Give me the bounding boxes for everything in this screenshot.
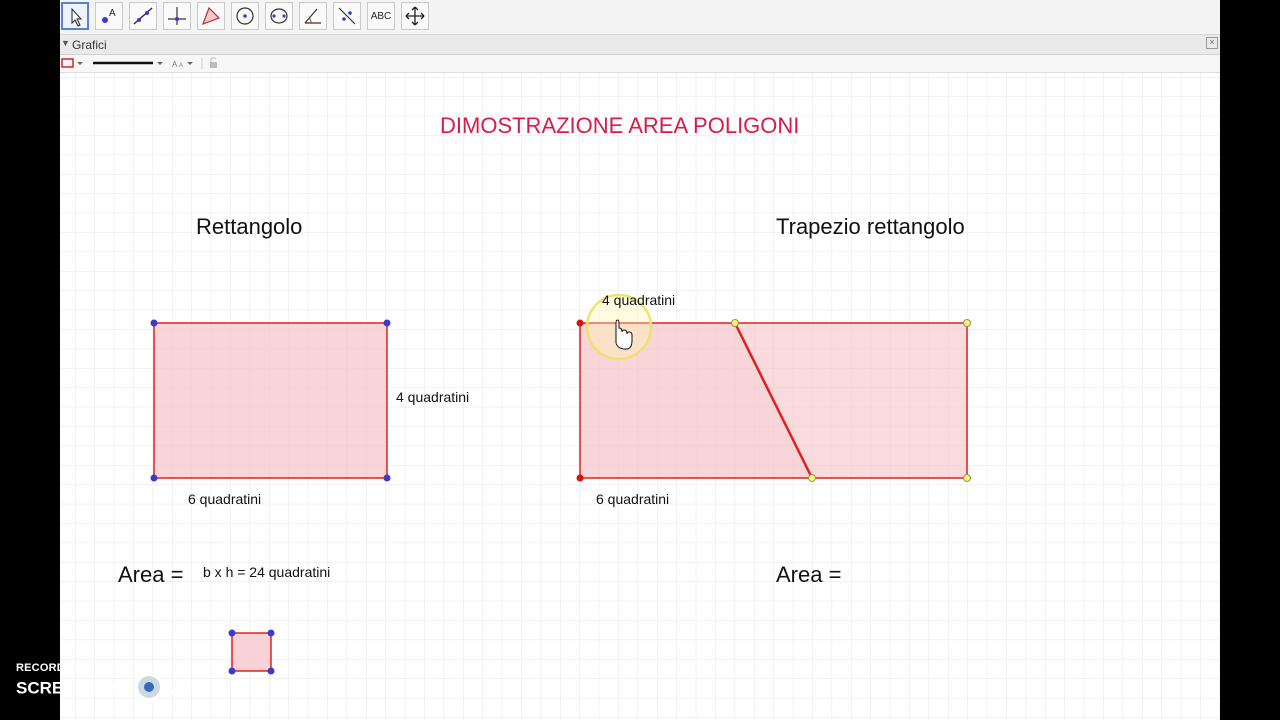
- circle-tool-button[interactable]: [231, 2, 259, 30]
- close-icon[interactable]: ×: [1206, 37, 1218, 49]
- perpendicular-tool-button[interactable]: [163, 2, 191, 30]
- ellipse-tool-button[interactable]: [265, 2, 293, 30]
- move-tool-button[interactable]: [61, 2, 89, 30]
- ellipse-icon: [270, 8, 288, 24]
- watermark-brand: SCREENCAST MATIC: [16, 674, 218, 702]
- angle-tool-button[interactable]: [299, 2, 327, 30]
- point[interactable]: [576, 474, 584, 482]
- rectangle-base-label: 6 quadratini: [188, 491, 262, 507]
- point-tool-button[interactable]: A: [95, 2, 123, 30]
- svg-text:A: A: [179, 63, 183, 69]
- trapezoid-heading: Trapezio rettangolo: [776, 214, 965, 239]
- style-bar: A A: [60, 55, 1220, 73]
- line-tool-button[interactable]: [129, 2, 157, 30]
- lock-icon[interactable]: [210, 62, 217, 68]
- panel-title: Grafici: [72, 38, 107, 52]
- point[interactable]: [808, 474, 816, 482]
- point[interactable]: [228, 667, 236, 675]
- style-bar-controls: A A: [61, 57, 217, 69]
- toolbar: A ABC: [60, 0, 1220, 35]
- point[interactable]: [963, 319, 971, 327]
- polygon-icon: [201, 6, 221, 26]
- reflect-icon: [338, 7, 356, 25]
- unit-square-polygon[interactable]: [231, 632, 272, 672]
- geogebra-window: A ABC ▼ Grafici × A A DIMOSTRAZIONE AREA…: [60, 0, 1220, 720]
- collapse-arrow-icon[interactable]: ▼: [61, 38, 70, 48]
- rectangle-polygon[interactable]: [153, 322, 388, 479]
- rectangle-area-label: Area =: [118, 562, 184, 587]
- circle-icon: [236, 7, 254, 25]
- svg-text:A: A: [109, 8, 116, 19]
- angle-icon: [304, 8, 321, 24]
- point[interactable]: [576, 319, 584, 327]
- reflect-tool-button[interactable]: [333, 2, 361, 30]
- recorder-watermark: RECORDED WITH SCREENCAST MATIC: [16, 662, 218, 700]
- point[interactable]: [383, 319, 391, 327]
- point[interactable]: [267, 629, 275, 637]
- rectangle-height-label: 4 quadratini: [396, 389, 470, 405]
- move-view-tool-button[interactable]: [401, 2, 429, 30]
- text-tool-button[interactable]: ABC: [367, 2, 395, 30]
- point[interactable]: [963, 474, 971, 482]
- line-icon: [133, 7, 153, 25]
- point[interactable]: [731, 319, 739, 327]
- move-graphics-icon: [405, 6, 425, 26]
- trapezoid-top-label: 4 quadratini: [602, 292, 676, 308]
- point[interactable]: [267, 667, 275, 675]
- rectangle-heading: Rettangolo: [196, 214, 303, 239]
- point-icon: A: [102, 8, 116, 23]
- page-title: DIMOSTRAZIONE AREA POLIGONI: [440, 113, 800, 138]
- point[interactable]: [383, 474, 391, 482]
- watermark-brand-left: SCREENCAST: [16, 678, 134, 698]
- point[interactable]: [150, 319, 158, 327]
- color-swatch-icon[interactable]: [61, 58, 74, 68]
- text-tool-label: ABC: [370, 11, 392, 22]
- graphics-canvas[interactable]: DIMOSTRAZIONE AREA POLIGONI Rettangolo T…: [60, 73, 1220, 720]
- perpendicular-icon: [168, 7, 186, 25]
- chevron-down-icon[interactable]: [187, 62, 193, 65]
- chevron-down-icon[interactable]: [157, 62, 163, 65]
- rectangle-area-formula: b x h = 24 quadratini: [203, 564, 331, 580]
- chevron-down-icon[interactable]: [77, 62, 83, 65]
- pointer-icon: [71, 7, 83, 27]
- watermark-caption: RECORDED WITH: [16, 662, 113, 674]
- graphics-panel-header: ▼ Grafici ×: [60, 35, 1220, 55]
- screencast-logo-icon: [136, 674, 163, 700]
- trapezoid-base-label: 6 quadratini: [596, 491, 670, 507]
- watermark-brand-right: MATIC: [165, 678, 218, 698]
- geometry-drawing[interactable]: [60, 73, 1220, 720]
- trapezoid-area-label: Area =: [776, 562, 842, 587]
- label-style-icon[interactable]: A: [172, 60, 178, 69]
- point[interactable]: [228, 629, 236, 637]
- point[interactable]: [150, 474, 158, 482]
- polygon-tool-button[interactable]: [197, 2, 225, 30]
